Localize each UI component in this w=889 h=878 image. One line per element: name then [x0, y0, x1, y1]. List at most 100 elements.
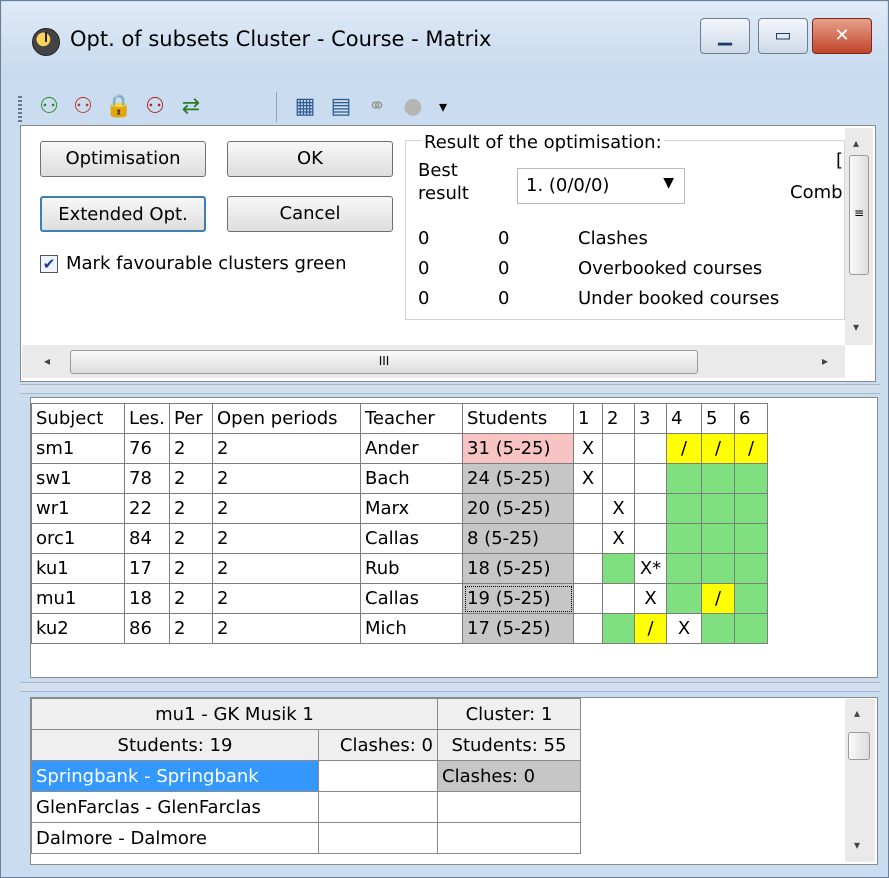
- cell-period[interactable]: X: [634, 583, 667, 614]
- cell-period[interactable]: /: [701, 433, 735, 464]
- cell-students[interactable]: 8 (5-25): [462, 523, 574, 554]
- cell-period[interactable]: /: [734, 433, 768, 464]
- cell-open[interactable]: 2: [212, 523, 361, 554]
- student-name[interactable]: Dalmore - Dalmore: [31, 822, 319, 854]
- cell-per[interactable]: 2: [169, 433, 213, 464]
- cell-period[interactable]: /: [666, 433, 702, 464]
- cell-period[interactable]: [573, 493, 603, 524]
- cell-les[interactable]: 84: [124, 523, 170, 554]
- cell-period[interactable]: [734, 553, 768, 584]
- swap-icon[interactable]: ⇄: [176, 92, 206, 122]
- cell-period[interactable]: [734, 493, 768, 524]
- table-row[interactable]: ku1 17 2 2 Rub 18 (5-25) X*: [31, 553, 768, 584]
- cell-period[interactable]: [602, 613, 635, 644]
- cell-period[interactable]: [734, 523, 768, 554]
- students-clash-icon[interactable]: ⚇: [140, 92, 170, 122]
- students-red-icon[interactable]: ⚇: [68, 92, 98, 122]
- cell-period[interactable]: [666, 583, 702, 614]
- scroll-right-icon[interactable]: ▸: [822, 354, 828, 368]
- cell-students[interactable]: 17 (5-25): [462, 613, 574, 644]
- pane-splitter-bottom[interactable]: [20, 682, 880, 692]
- header-les[interactable]: Les.: [124, 403, 170, 434]
- cell-period[interactable]: [602, 463, 635, 494]
- cell-period[interactable]: [666, 553, 702, 584]
- scroll-up-icon[interactable]: ▴: [854, 706, 860, 720]
- cell-period[interactable]: [602, 583, 635, 614]
- cell-les[interactable]: 18: [124, 583, 170, 614]
- cell-period[interactable]: [602, 433, 635, 464]
- cell-per[interactable]: 2: [169, 523, 213, 554]
- chain-icon[interactable]: ⚭: [362, 92, 392, 122]
- header-period-5[interactable]: 5: [701, 403, 735, 434]
- cell-period[interactable]: [701, 523, 735, 554]
- cell-les[interactable]: 86: [124, 613, 170, 644]
- student-name[interactable]: Springbank - Springbank: [31, 760, 319, 792]
- header-period-2[interactable]: 2: [602, 403, 635, 434]
- student-course-cell[interactable]: [318, 760, 438, 792]
- table-row[interactable]: ku2 86 2 2 Mich 17 (5-25) / X: [31, 613, 768, 644]
- cell-les[interactable]: 22: [124, 493, 170, 524]
- best-result-select[interactable]: 1. (0/0/0) ▼: [517, 168, 685, 204]
- header-teacher[interactable]: Teacher: [360, 403, 463, 434]
- list-item[interactable]: Springbank - Springbank Clashes: 0: [31, 760, 581, 792]
- table-row[interactable]: mu1 18 2 2 Callas 19 (5-25) X /: [31, 583, 768, 614]
- cell-open[interactable]: 2: [212, 493, 361, 524]
- cell-period[interactable]: [734, 613, 768, 644]
- minimize-button[interactable]: ▁: [700, 18, 750, 54]
- cell-students[interactable]: 24 (5-25): [462, 463, 574, 494]
- cell-period[interactable]: /: [634, 613, 667, 644]
- header-period-6[interactable]: 6: [734, 403, 768, 434]
- cell-period[interactable]: [666, 493, 702, 524]
- optimisation-button[interactable]: Optimisation: [40, 141, 206, 177]
- cell-open[interactable]: 2: [212, 613, 361, 644]
- cell-subject[interactable]: ku2: [31, 613, 125, 644]
- student-course-cell[interactable]: [318, 822, 438, 854]
- cell-teacher[interactable]: Ander: [360, 433, 463, 464]
- cell-subject[interactable]: orc1: [31, 523, 125, 554]
- cell-subject[interactable]: sm1: [31, 433, 125, 464]
- top-horizontal-thumb[interactable]: III: [70, 350, 698, 374]
- cell-period[interactable]: [573, 553, 603, 584]
- cell-open[interactable]: 2: [212, 433, 361, 464]
- header-open-periods[interactable]: Open periods: [212, 403, 361, 434]
- extended-opt-button[interactable]: Extended Opt.: [40, 196, 206, 232]
- student-course-cell[interactable]: [318, 791, 438, 823]
- cell-period[interactable]: [634, 463, 667, 494]
- table-row[interactable]: sw1 78 2 2 Bach 24 (5-25) X: [31, 463, 768, 494]
- header-period-3[interactable]: 3: [634, 403, 667, 434]
- cell-period[interactable]: [634, 523, 667, 554]
- cell-les[interactable]: 17: [124, 553, 170, 584]
- cell-open[interactable]: 2: [212, 583, 361, 614]
- cell-teacher[interactable]: Callas: [360, 583, 463, 614]
- cell-students[interactable]: 18 (5-25): [462, 553, 574, 584]
- cell-period[interactable]: [734, 463, 768, 494]
- cell-period[interactable]: [701, 493, 735, 524]
- dropdown-icon[interactable]: ▾: [428, 92, 458, 122]
- cell-period[interactable]: X: [573, 463, 603, 494]
- cell-teacher[interactable]: Bach: [360, 463, 463, 494]
- cell-period[interactable]: [666, 523, 702, 554]
- calculator-icon[interactable]: ▦: [290, 92, 320, 122]
- cancel-button[interactable]: Cancel: [227, 196, 393, 232]
- cell-period[interactable]: X: [602, 493, 635, 524]
- cell-period[interactable]: [602, 553, 635, 584]
- cell-students-focused[interactable]: 19 (5-25): [462, 583, 574, 614]
- cell-les[interactable]: 76: [124, 433, 170, 464]
- cell-period[interactable]: X: [602, 523, 635, 554]
- cell-open[interactable]: 2: [212, 463, 361, 494]
- cell-per[interactable]: 2: [169, 463, 213, 494]
- scroll-up-icon[interactable]: ▴: [853, 136, 859, 150]
- list-item[interactable]: GlenFarclas - GlenFarclas: [31, 791, 581, 823]
- close-button[interactable]: ✕: [812, 18, 872, 54]
- cell-period[interactable]: [701, 463, 735, 494]
- header-period-4[interactable]: 4: [666, 403, 702, 434]
- table-row[interactable]: sm1 76 2 2 Ander 31 (5-25) X / / /: [31, 433, 768, 464]
- cell-subject[interactable]: sw1: [31, 463, 125, 494]
- cell-per[interactable]: 2: [169, 493, 213, 524]
- student-cluster-cell[interactable]: [437, 822, 581, 854]
- cell-period[interactable]: X: [573, 433, 603, 464]
- cell-students[interactable]: 20 (5-25): [462, 493, 574, 524]
- cell-period[interactable]: [734, 583, 768, 614]
- cell-period[interactable]: /: [701, 583, 735, 614]
- form-star-icon[interactable]: ▤: [326, 92, 356, 122]
